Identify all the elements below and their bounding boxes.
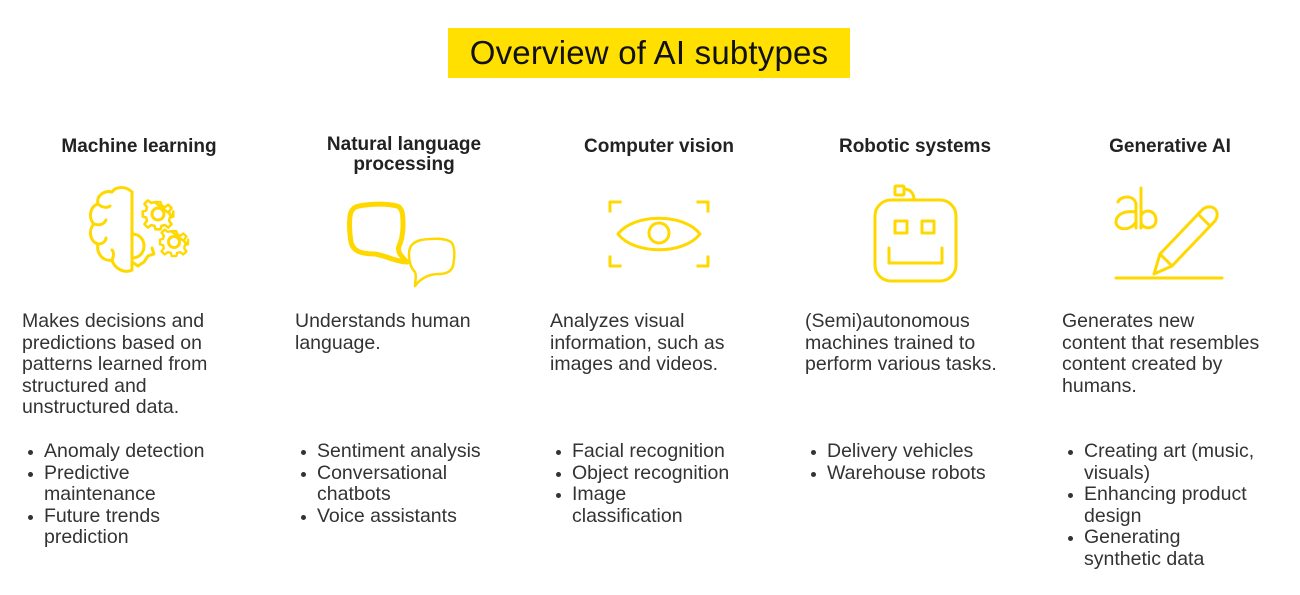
column-heading: Generative AI [1109,136,1231,157]
column-description: Makes decisions and predictions based on… [22,310,208,419]
list-item: Anomaly detection [28,440,284,463]
examples-list: Creating art (music, visuals) Enhancing … [1062,440,1300,571]
list-item: Sentiment analysis [301,440,557,463]
column-heading: Natural language processing [326,134,482,175]
list-item: Voice assistants [301,505,557,528]
examples-list: Facial recognition Object recognition Im… [550,440,812,527]
examples-list: Sentiment analysis Conversational chatbo… [295,440,557,528]
list-item: Object recognition [556,462,812,485]
robot-face-icon [872,183,960,285]
list-item: Creating art (music, visuals) [1068,440,1284,484]
examples-list: Delivery vehicles Warehouse robots [805,440,1067,485]
list-item: Facial recognition [556,440,812,463]
column-heading: Machine learning [61,136,217,157]
column-heading: Computer vision [584,136,734,157]
title-banner: Overview of AI subtypes [448,28,850,78]
list-item: Predictive maintenance [28,462,194,506]
list-item: Generating synthetic data [1068,527,1234,570]
list-item: Future trends prediction [28,505,194,549]
column-description: Generates new content that resembles con… [1062,310,1260,397]
examples-list: Anomaly detection Predictive maintenance… [22,440,284,549]
list-item: Image classification [556,483,712,527]
list-item: Warehouse robots [811,462,1067,485]
list-item: Enhancing product design [1068,483,1284,527]
eye-scan-icon [606,199,712,269]
column-description: Understands human language. [295,310,471,354]
page-title: Overview of AI subtypes [469,34,829,71]
speech-bubbles-icon [345,200,465,290]
column-description: Analyzes visual information, such as ima… [550,310,725,376]
list-item: Delivery vehicles [811,440,1067,463]
brain-gears-icon [86,184,196,284]
column-description: (Semi)autonomous machines trained to per… [805,310,997,376]
list-item: Conversational chatbots [301,462,477,506]
ab-pencil-icon [1112,186,1232,284]
column-heading: Robotic systems [838,136,992,157]
